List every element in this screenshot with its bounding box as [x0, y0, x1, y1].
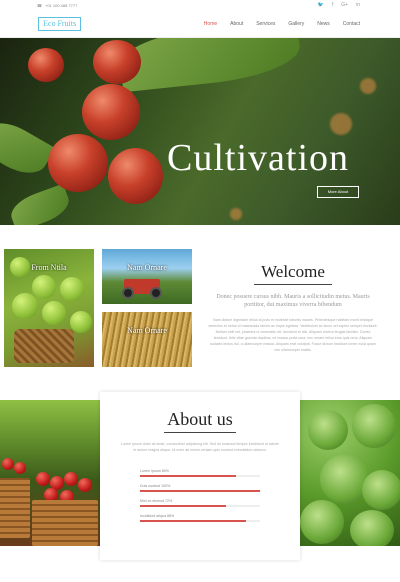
top-bar: ☎ +01 100 488 7777 🐦 f G+ in	[0, 0, 400, 12]
more-about-button[interactable]: More About	[317, 186, 359, 198]
about-divider	[164, 432, 236, 433]
hero-leaf	[6, 183, 74, 225]
apple-shape	[36, 472, 50, 486]
basket-shape	[14, 329, 74, 363]
hero-bokeh	[230, 208, 242, 220]
tractor-wheel	[150, 287, 162, 299]
apple-shape	[42, 301, 66, 325]
tractor-wheel	[122, 287, 134, 299]
skill-label: Incididunt aliqua 88%	[140, 514, 175, 518]
phone-contact: ☎ +01 100 488 7777	[37, 3, 77, 8]
skill-fill	[140, 520, 246, 522]
hero-fruit	[108, 148, 163, 204]
lettuce-leaf	[362, 470, 400, 510]
nav-about[interactable]: About	[230, 21, 243, 27]
apple-shape	[12, 293, 38, 319]
skill-fill	[140, 490, 260, 492]
about-title: About us	[167, 409, 233, 429]
twitter-icon[interactable]: 🐦	[318, 2, 324, 8]
lettuce-leaf	[308, 410, 348, 450]
welcome-divider	[254, 284, 332, 285]
apple-shape	[32, 275, 56, 299]
welcome-section: Welcome Donec posuere cursus nibh. Mauri…	[208, 262, 378, 353]
site-logo[interactable]: Eco Fruits	[38, 17, 82, 31]
gallery-caption: From Ntila	[31, 263, 67, 272]
skill-fill	[140, 475, 236, 477]
skill-label: Mini ex eismod 72%	[140, 499, 173, 503]
nav-gallery[interactable]: Gallery	[288, 21, 304, 27]
about-section: About us Lorem ipsum dolor sit amet, con…	[0, 392, 400, 560]
skills-list: Lorem ipsum 80% Duis nostrud 100% Mini e…	[120, 469, 280, 522]
skill-bar	[140, 490, 260, 492]
hero-fruit	[82, 84, 140, 140]
skill-bar	[140, 520, 260, 522]
hero-fruit	[28, 48, 64, 82]
skill-item: Lorem ipsum 80%	[140, 469, 260, 477]
gallery-caption: Nam Ornare	[127, 326, 167, 335]
skill-item: Incididunt aliqua 88%	[140, 514, 260, 522]
gallery-tile-wheat[interactable]: Nam Ornare	[102, 312, 192, 367]
about-body: Lorem ipsum dolor sit amet, consectetur …	[121, 442, 279, 452]
apple-shape	[60, 277, 84, 301]
hero-fruit	[48, 134, 108, 192]
skill-label: Lorem ipsum 80%	[140, 469, 169, 473]
main-nav: Home About Services Gallery News Contact	[204, 21, 360, 27]
nav-news[interactable]: News	[317, 21, 330, 27]
facebook-icon[interactable]: f	[332, 2, 333, 8]
linkedin-icon[interactable]: in	[356, 2, 360, 8]
nav-services[interactable]: Services	[256, 21, 275, 27]
hero-leaf	[117, 38, 303, 93]
skill-fill	[140, 505, 227, 507]
skill-item: Duis nostrud 100%	[140, 484, 260, 492]
google-plus-icon[interactable]: G+	[341, 2, 348, 8]
lettuce-image	[300, 400, 400, 546]
hero-bokeh	[330, 113, 352, 135]
gallery-tile-apples[interactable]: From Ntila	[4, 249, 94, 367]
apple-shape	[78, 478, 92, 492]
apple-shape	[2, 458, 14, 470]
hero-bokeh	[360, 78, 376, 94]
about-card: About us Lorem ipsum dolor sit amet, con…	[100, 392, 300, 560]
nav-contact[interactable]: Contact	[343, 21, 360, 27]
apple-shape	[14, 462, 26, 474]
crate-shape	[32, 500, 98, 546]
apple-shape	[70, 311, 92, 333]
hero-banner: Cultivation More About	[0, 38, 400, 225]
orchard-image	[0, 400, 100, 546]
gallery-caption: Nam Ornare	[127, 263, 167, 272]
social-links: 🐦 f G+ in	[318, 2, 360, 8]
lettuce-leaf	[350, 510, 394, 546]
welcome-title: Welcome	[261, 262, 325, 281]
phone-icon: ☎	[37, 3, 42, 8]
hero-title: Cultivation	[167, 137, 349, 179]
phone-number: +01 100 488 7777	[44, 3, 78, 8]
gallery-tile-tractor[interactable]: Nam Ornare	[102, 249, 192, 304]
skill-label: Duis nostrud 100%	[140, 484, 171, 488]
skill-item: Mini ex eismod 72%	[140, 499, 260, 507]
welcome-body: Nam dictum dignissim tellus id justo et …	[208, 318, 378, 352]
skill-bar	[140, 505, 260, 507]
hero-fruit	[93, 40, 141, 84]
nav-home[interactable]: Home	[204, 21, 217, 27]
crate-shape	[0, 478, 30, 538]
welcome-subtitle: Donec posuere cursus nibh. Mauris a soll…	[216, 294, 370, 308]
hero-leaf	[0, 113, 56, 183]
lettuce-leaf	[300, 500, 344, 544]
apple-shape	[64, 472, 78, 486]
skill-bar	[140, 475, 260, 477]
site-header: Eco Fruits Home About Services Gallery N…	[0, 12, 400, 38]
lettuce-leaf	[352, 404, 396, 448]
